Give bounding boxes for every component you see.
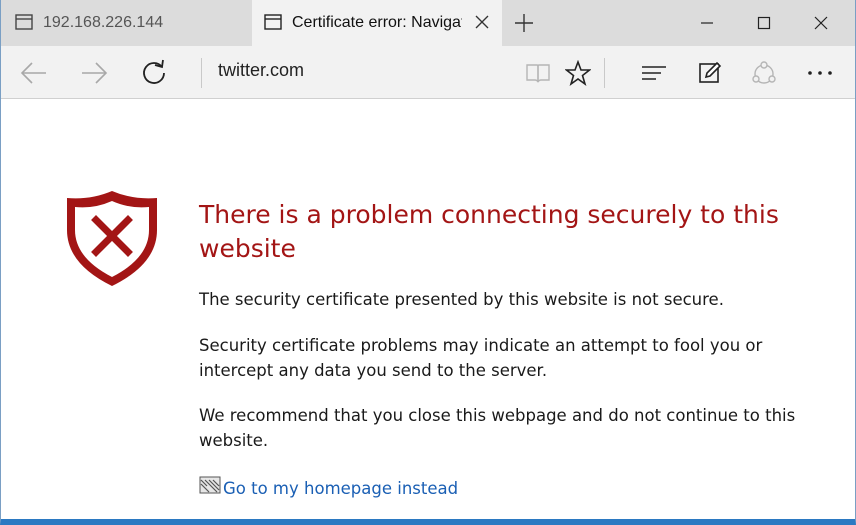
- minimize-icon[interactable]: [684, 6, 730, 40]
- separator: [201, 58, 202, 88]
- reading-view-icon[interactable]: [521, 56, 555, 90]
- back-arrow-icon[interactable]: [17, 56, 51, 90]
- shield-error-icon: [63, 186, 161, 294]
- broken-image-icon: [199, 476, 221, 498]
- refresh-icon[interactable]: [137, 56, 171, 90]
- new-tab-plus-icon[interactable]: [511, 10, 537, 36]
- hub-icon[interactable]: [637, 56, 671, 90]
- homepage-link-text[interactable]: Go to my homepage instead: [223, 479, 458, 498]
- error-paragraph: We recommend that you close this webpage…: [199, 406, 796, 450]
- browser-window: 192.168.226.144 Certificate error: Navig…: [0, 0, 856, 525]
- separator: [604, 58, 605, 88]
- error-page: There is a problem connecting securely t…: [1, 100, 855, 519]
- maximize-icon[interactable]: [741, 6, 787, 40]
- tab-ip-address[interactable]: 192.168.226.144: [1, 0, 250, 46]
- close-tab-icon[interactable]: [472, 12, 492, 32]
- forward-arrow-icon[interactable]: [77, 56, 111, 90]
- tab-label: 192.168.226.144: [43, 14, 164, 31]
- close-window-icon[interactable]: [798, 6, 844, 40]
- homepage-link[interactable]: Go to my homepage instead: [199, 476, 458, 498]
- web-note-icon[interactable]: [693, 56, 727, 90]
- more-icon[interactable]: [803, 56, 837, 90]
- star-icon[interactable]: [561, 56, 595, 90]
- error-paragraph: The security certificate presented by th…: [199, 290, 724, 309]
- tab-label: Certificate error: Navigation blocked: [292, 14, 462, 31]
- address-bar-url[interactable]: twitter.com: [218, 60, 304, 81]
- tab-page-icon: [15, 14, 33, 35]
- error-title: There is a problem connecting securely t…: [199, 200, 779, 263]
- navigation-bar: twitter.com: [1, 46, 855, 99]
- tab-page-icon: [264, 14, 282, 35]
- tab-certificate-error[interactable]: Certificate error: Navigation blocked: [252, 0, 502, 46]
- tab-bar: 192.168.226.144 Certificate error: Navig…: [1, 0, 855, 46]
- share-icon[interactable]: [747, 56, 781, 90]
- error-paragraph: Security certificate problems may indica…: [199, 336, 763, 380]
